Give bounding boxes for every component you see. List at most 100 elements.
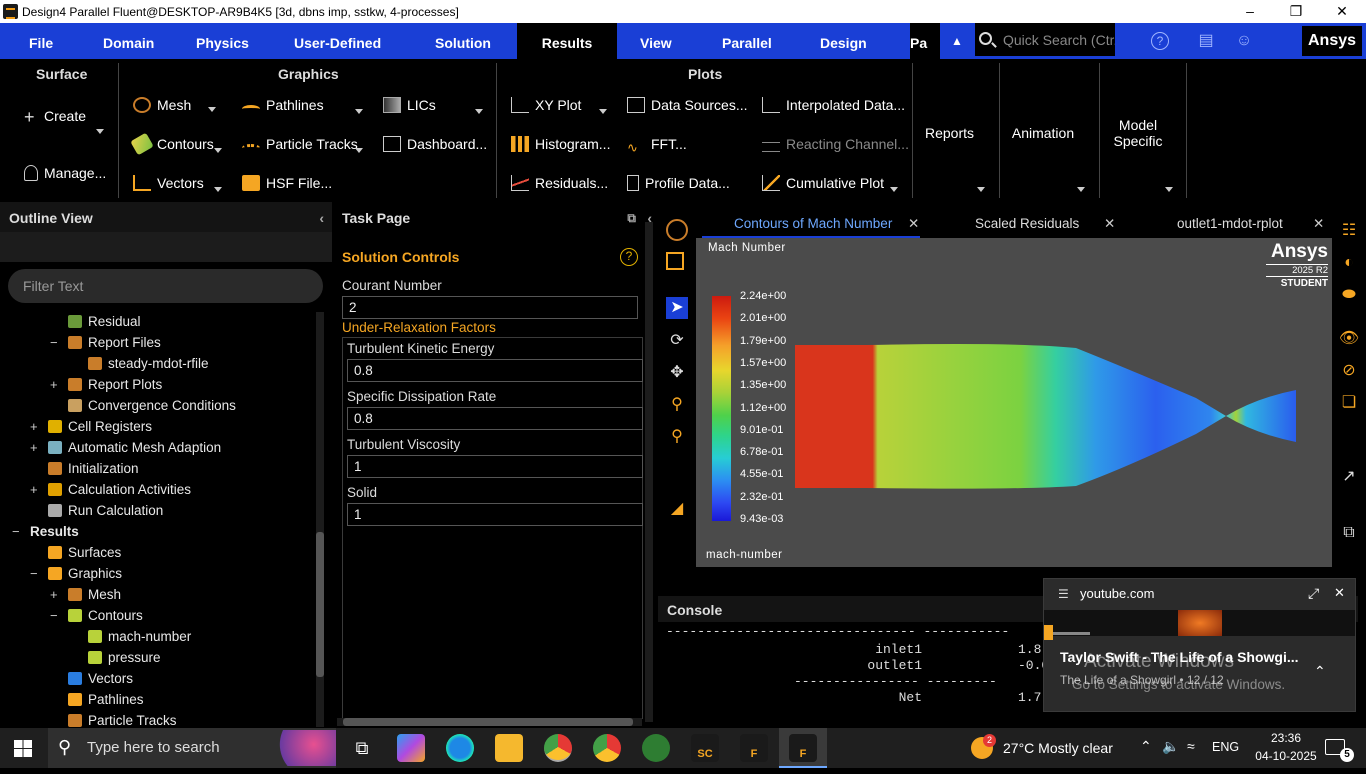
mesh-dropdown-icon[interactable] — [208, 107, 216, 112]
expand-icon[interactable]: + — [30, 482, 40, 497]
menu-solution[interactable]: Solution — [435, 23, 491, 59]
model-specific-dropdown-icon[interactable] — [1165, 187, 1173, 192]
menu-domain[interactable]: Domain — [103, 23, 154, 59]
pathlines-dropdown-icon[interactable] — [355, 109, 363, 114]
tab-contours-mach[interactable]: Contours of Mach Number ✕ — [702, 210, 920, 238]
quick-search-input[interactable]: Quick Search (Ctr... — [975, 23, 1115, 56]
help-icon[interactable]: ? — [620, 248, 638, 266]
clock-time[interactable]: 23:36 — [1258, 731, 1314, 745]
iso-view-icon[interactable]: ◐ — [1338, 252, 1360, 274]
clock-date[interactable]: 04-10-2025 — [1248, 749, 1324, 763]
fit-view-icon[interactable]: ☷ — [1338, 220, 1360, 242]
collapse-panel-icon[interactable]: ‹ — [319, 202, 324, 234]
expand-icon[interactable]: + — [50, 377, 60, 392]
expand-icon[interactable]: ⤢ — [1308, 585, 1319, 602]
chrome-profile-icon[interactable] — [544, 734, 572, 762]
volume-icon[interactable]: 🔈 — [1162, 738, 1179, 755]
outline-tree-item[interactable]: Convergence Conditions — [68, 398, 236, 413]
task-page-hscrollbar[interactable] — [337, 718, 642, 726]
menu-parallel[interactable]: Parallel — [722, 23, 772, 59]
user-account-icon[interactable]: ☺ — [1234, 31, 1254, 51]
contours-dropdown-icon[interactable] — [214, 148, 222, 153]
close-tab-icon[interactable]: ✕ — [1104, 210, 1115, 238]
create-surface-button[interactable]: + Create — [24, 107, 86, 127]
filter-text-input[interactable]: Filter Text — [8, 269, 323, 303]
collapse-icon[interactable]: − — [50, 335, 60, 350]
task-page-scrollbar[interactable] — [645, 222, 653, 722]
close-window-button[interactable]: ✕ — [1319, 0, 1365, 23]
solid-input[interactable]: 1 — [347, 503, 643, 526]
hide-icon[interactable]: ⊘ — [1338, 360, 1360, 382]
taskbar-search-box[interactable]: ⚲ Type here to search — [48, 728, 336, 768]
outline-tree-item[interactable]: + Calculation Activities — [30, 482, 191, 497]
manage-surfaces-button[interactable]: Manage... — [24, 165, 106, 181]
xy-plot-dropdown-icon[interactable] — [599, 109, 607, 114]
animation-button[interactable]: Animation — [1000, 125, 1086, 141]
xy-plot-button[interactable]: XY Plot — [511, 97, 581, 113]
outline-tree-item[interactable]: Pathlines — [68, 692, 144, 707]
fluent-launcher-icon[interactable]: F — [740, 734, 768, 762]
outline-tree-item[interactable]: Residual — [68, 314, 141, 329]
interpolated-data-button[interactable]: Interpolated Data... — [762, 97, 905, 113]
expand-icon[interactable]: + — [30, 419, 40, 434]
courant-number-input[interactable]: 2 — [342, 296, 638, 319]
windows-start-icon[interactable] — [14, 740, 32, 757]
zoom-box-icon[interactable]: ⚲ — [666, 394, 688, 416]
outline-tree-item[interactable]: − Contours — [50, 608, 143, 623]
windows-icon[interactable]: ⧉ — [1338, 522, 1360, 544]
graphics-viewport[interactable]: Mach Number Ansys 2025 R2 STUDENT 2.24e+… — [696, 238, 1332, 567]
sdr-input[interactable]: 0.8 — [347, 407, 643, 430]
show-icon[interactable]: 👁 — [1338, 328, 1360, 350]
outline-scrollbar[interactable] — [316, 312, 324, 727]
fluent-active-taskbar-item[interactable]: F — [779, 728, 827, 768]
pan-icon[interactable]: ✥ — [666, 362, 688, 384]
outline-tree-item[interactable]: Vectors — [68, 671, 133, 686]
particle-tracks-dropdown-icon[interactable] — [355, 148, 363, 153]
menu-overflow[interactable]: Pa — [910, 23, 940, 59]
menu-view[interactable]: View — [640, 23, 672, 59]
profile-data-button[interactable]: Profile Data... — [627, 175, 730, 191]
tab-outlet-mdot[interactable]: outlet1-mdot-rplot ✕ — [1128, 210, 1328, 238]
undock-icon[interactable]: ⧉ — [627, 202, 636, 234]
menu-results[interactable]: Results — [517, 23, 617, 59]
spaceclaim-icon[interactable]: SC — [691, 734, 719, 762]
residuals-button[interactable]: Residuals... — [511, 175, 608, 191]
lics-dropdown-icon[interactable] — [475, 109, 483, 114]
minimize-button[interactable]: – — [1227, 0, 1273, 23]
outline-tree-item[interactable]: + Mesh — [50, 587, 121, 602]
vectors-button[interactable]: Vectors — [133, 175, 204, 191]
particle-tracks-button[interactable]: Particle Tracks — [242, 136, 358, 152]
task-view-icon[interactable]: ⧉ — [348, 734, 376, 762]
surface-display-icon[interactable] — [666, 252, 684, 270]
tab-scaled-residuals[interactable]: Scaled Residuals ✕ — [928, 210, 1118, 238]
menu-physics[interactable]: Physics — [196, 23, 249, 59]
tke-input[interactable]: 0.8 — [347, 359, 643, 382]
animation-dropdown-icon[interactable] — [1077, 187, 1085, 192]
collapse-icon[interactable]: − — [50, 608, 60, 623]
chevron-up-icon[interactable]: ⌃ — [1314, 663, 1326, 680]
vectors-dropdown-icon[interactable] — [214, 187, 222, 192]
scrollbar-thumb[interactable] — [316, 532, 324, 677]
outline-tree-item[interactable]: Run Calculation — [48, 503, 163, 518]
outline-tree-item[interactable]: pressure — [88, 650, 161, 665]
hsf-file-button[interactable]: HSF File... — [242, 175, 332, 191]
file-explorer-icon[interactable] — [495, 734, 523, 762]
pathlines-button[interactable]: Pathlines — [242, 97, 324, 113]
chrome-icon[interactable] — [593, 734, 621, 762]
outline-tree-item[interactable]: mach-number — [88, 629, 191, 644]
turbulent-viscosity-input[interactable]: 1 — [347, 455, 643, 478]
lics-button[interactable]: LICs — [383, 97, 436, 113]
collapse-icon[interactable]: − — [30, 566, 40, 581]
menu-user-defined[interactable]: User-Defined — [294, 23, 381, 59]
outline-tree-item[interactable]: + Report Plots — [50, 377, 162, 392]
close-popup-icon[interactable]: ✕ — [1334, 585, 1345, 601]
copy-icon[interactable]: ❏ — [1338, 392, 1360, 414]
edge-icon[interactable] — [446, 734, 474, 762]
menu-file[interactable]: File — [29, 23, 53, 59]
expand-icon[interactable]: + — [30, 440, 40, 455]
outline-tree-item[interactable]: − Report Files — [50, 335, 161, 350]
weather-text[interactable]: 27°C Mostly clear — [1003, 740, 1113, 756]
owl-app-icon[interactable] — [642, 734, 670, 762]
expand-icon[interactable]: + — [50, 587, 60, 602]
wifi-icon[interactable]: ≈ — [1187, 738, 1195, 754]
